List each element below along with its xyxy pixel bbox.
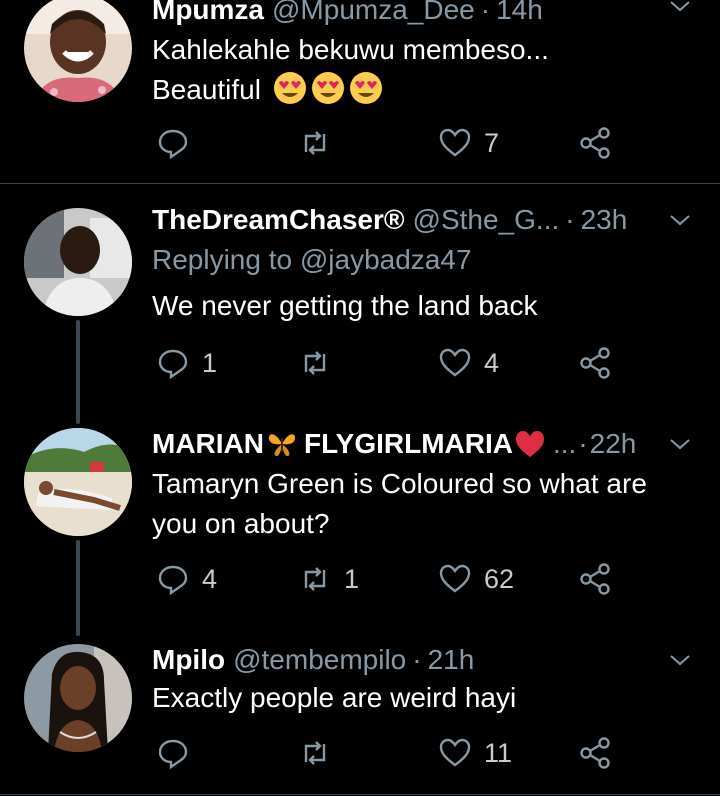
like-button[interactable]: 4: [438, 343, 499, 383]
share-icon: [580, 347, 610, 379]
share-icon: [580, 737, 610, 769]
heart-eyes-emoji: [349, 72, 382, 104]
share-button[interactable]: [578, 559, 612, 599]
heart-icon: [439, 564, 471, 593]
chevron-down-icon[interactable]: [668, 648, 692, 672]
share-button[interactable]: [578, 343, 612, 383]
reply-button[interactable]: [156, 733, 190, 773]
reply-count: 4: [202, 563, 218, 594]
red-heart-emoji: [515, 431, 544, 457]
separator-dot: ·: [412, 644, 422, 675]
chevron-down-icon[interactable]: [668, 432, 692, 456]
share-icon: [580, 563, 610, 595]
heart-eyes-emoji: [311, 72, 344, 104]
tweet-text-line: you on about?: [152, 508, 330, 539]
replying-to-prefix: Replying to: [152, 244, 293, 275]
share-button[interactable]: [578, 733, 612, 773]
tweet-text: Exactly people are weird hayi: [152, 678, 680, 718]
reply-icon: [158, 739, 188, 770]
retweet-button[interactable]: [298, 733, 332, 773]
tweet-header: Mpumza @Mpumza_Dee · 14h: [152, 0, 660, 30]
display-name-part1[interactable]: MARIAN: [152, 428, 264, 460]
retweet-icon: [304, 131, 326, 155]
tweet-header: TheDreamChaser® @Sthe_G... · 23h: [152, 200, 660, 240]
display-name-part2[interactable]: FLYGIRLMARIA: [304, 428, 513, 460]
tweet-text-line: Kahlekahle bekuwu membeso...: [152, 34, 549, 65]
tweet-text-line: Tamaryn Green is Coloured so what are: [152, 468, 647, 499]
separator-dot: ·: [578, 428, 588, 459]
avatar-marian[interactable]: [24, 428, 132, 536]
heart-icon: [439, 128, 471, 157]
tweet-2[interactable]: TheDreamChaser® @Sthe_G... · 23h Replyin…: [0, 184, 720, 424]
retweet-count: 1: [344, 563, 360, 594]
tweet-actions: 7: [0, 123, 720, 163]
reply-button[interactable]: [156, 123, 190, 163]
tweet-text: Kahlekahle bekuwu membeso... Beautiful: [152, 30, 680, 110]
display-name[interactable]: TheDreamChaser®: [152, 204, 405, 236]
tweet-text-line: We never getting the land back: [152, 290, 538, 321]
share-button[interactable]: [578, 123, 612, 163]
user-handle[interactable]: @Sthe_G...: [413, 204, 560, 236]
heart-icon: [439, 348, 471, 377]
tweet-text-line: Beautiful: [152, 74, 261, 105]
reply-icon: [158, 565, 188, 596]
separator-dot: ·: [565, 204, 575, 235]
like-count: 7: [484, 127, 500, 158]
chevron-down-icon[interactable]: [668, 208, 692, 232]
like-count: 62: [484, 563, 515, 594]
tweet-actions: 1 4: [0, 343, 720, 383]
retweet-icon: [304, 567, 326, 591]
reply-icon: [158, 349, 188, 380]
retweet-icon: [304, 351, 326, 375]
avatar-thedreamchaser[interactable]: [24, 208, 132, 316]
like-count: 11: [484, 737, 513, 768]
tweet-1[interactable]: Mpumza @Mpumza_Dee · 14h Kahlekahle beku…: [0, 0, 720, 184]
timestamp[interactable]: 22h: [590, 428, 637, 460]
display-name[interactable]: Mpilo: [152, 644, 225, 676]
user-handle[interactable]: @Mpumza_Dee: [272, 0, 475, 26]
share-icon: [580, 127, 610, 159]
tweet-text-line: Exactly people are weird hayi: [152, 682, 517, 713]
timestamp[interactable]: 23h: [581, 204, 628, 236]
retweet-button[interactable]: 1: [298, 559, 359, 599]
reply-button[interactable]: 1: [156, 343, 217, 383]
retweet-button[interactable]: [298, 123, 332, 163]
divider: [0, 794, 720, 795]
tweet-4[interactable]: Mpilo @tembempilo · 21h Exactly people a…: [0, 636, 720, 796]
thread-line: [76, 376, 80, 420]
user-handle[interactable]: @tembempilo: [233, 644, 406, 676]
replying-to-handle[interactable]: @jaybadza47: [300, 244, 472, 275]
heart-icon: [439, 738, 471, 767]
reply-button[interactable]: 4: [156, 559, 217, 599]
like-count: 4: [484, 347, 500, 378]
chevron-down-icon[interactable]: [668, 0, 692, 18]
timestamp[interactable]: 21h: [428, 644, 475, 676]
separator-dot: ·: [480, 0, 491, 25]
timestamp[interactable]: 14h: [496, 0, 543, 26]
avatar-image: [24, 208, 132, 316]
tweet-header: MARIAN FLYGIRLMARIA ... · 22h: [152, 424, 660, 464]
retweet-button[interactable]: [298, 343, 332, 383]
avatar-mpumza[interactable]: [24, 0, 132, 102]
tweet-text: We never getting the land back: [152, 286, 680, 326]
like-button[interactable]: 62: [438, 559, 514, 599]
tweet-actions: 4 1 62: [0, 559, 720, 599]
display-name[interactable]: Mpumza: [152, 0, 264, 26]
avatar-image: [24, 428, 132, 536]
tweet-text: Tamaryn Green is Coloured so what are yo…: [152, 464, 680, 544]
retweet-icon: [304, 741, 326, 765]
reply-count: 1: [202, 347, 218, 378]
reply-icon: [158, 129, 188, 160]
tweet-header: Mpilo @tembempilo · 21h: [152, 640, 660, 680]
tweet-actions: 11: [0, 733, 720, 773]
like-button[interactable]: 11: [438, 733, 512, 773]
like-button[interactable]: 7: [438, 123, 499, 163]
user-handle[interactable]: ...: [553, 428, 576, 460]
heart-eyes-emoji: [273, 72, 306, 104]
avatar-image: [24, 0, 132, 102]
butterfly-emoji: [268, 434, 296, 457]
tweet-3[interactable]: MARIAN FLYGIRLMARIA ... · 22h Tamaryn Gr…: [0, 376, 720, 636]
replying-to: Replying to @jaybadza47: [152, 244, 472, 276]
